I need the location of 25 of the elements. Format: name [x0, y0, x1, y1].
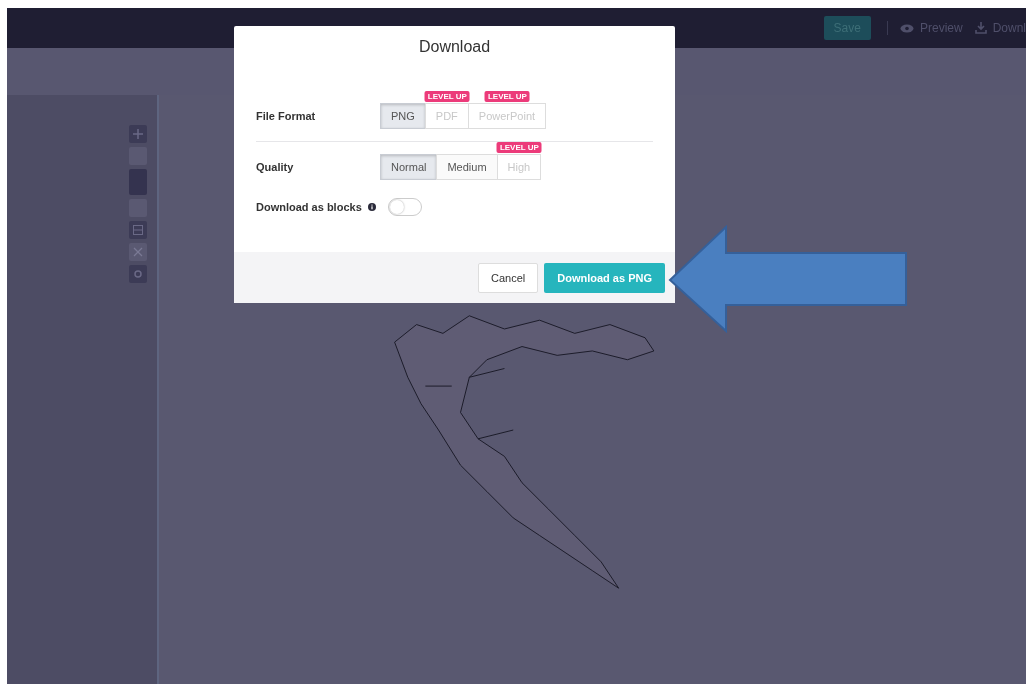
- rows-icon: [133, 225, 143, 235]
- field-label: Download as blocks: [256, 201, 362, 213]
- settings-icon: [133, 269, 143, 279]
- level-up-badge: LEVEL UP: [424, 91, 470, 102]
- level-up-badge: LEVEL UP: [485, 91, 530, 102]
- add-tool[interactable]: [129, 125, 147, 143]
- level-up-badge: LEVEL UP: [496, 142, 542, 153]
- toggle-switch[interactable]: [387, 198, 422, 216]
- download-button[interactable]: Download as PNG: [544, 262, 665, 293]
- settings-tool[interactable]: [129, 265, 147, 283]
- eye-icon: [899, 23, 914, 33]
- dialog-title: Download: [418, 38, 491, 56]
- field-label: Quality: [256, 161, 295, 173]
- delete-tool[interactable]: [129, 243, 147, 261]
- plus-icon: [133, 129, 143, 139]
- option-button[interactable]: Medium: [436, 154, 498, 180]
- option-button[interactable]: PNG: [380, 103, 426, 129]
- close-icon: [133, 247, 143, 257]
- info-icon: [367, 203, 376, 211]
- cancel-button[interactable]: Cancel: [478, 262, 539, 293]
- option-button[interactable]: Normal: [380, 154, 438, 180]
- field-label: File Format: [256, 110, 317, 122]
- layout-tool[interactable]: [129, 221, 147, 239]
- download-icon: [974, 22, 987, 34]
- toolbar-button[interactable]: [129, 169, 147, 195]
